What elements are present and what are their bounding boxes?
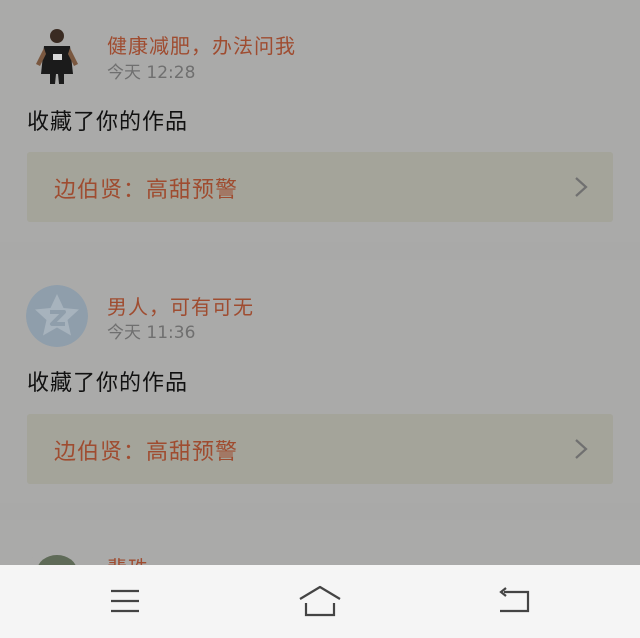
back-button[interactable]: [485, 579, 545, 623]
back-icon: [499, 587, 530, 613]
user-name[interactable]: 健康减肥，办法问我: [107, 30, 296, 59]
notification-card: 翡珠: [0, 520, 640, 565]
system-navigation-bar: [0, 565, 640, 638]
timestamp: 今天 12:28: [107, 63, 196, 83]
user-name[interactable]: 翡珠: [107, 552, 149, 565]
work-title: 边伯贤：高甜预警: [54, 178, 239, 203]
notification-card: 男人，可有可无 今天 11:36 收藏了你的作品 边伯贤：高甜预警: [0, 260, 640, 503]
cartoon-avatar-icon: [26, 545, 88, 565]
person-photo-icon: [26, 24, 88, 86]
home-icon: [299, 585, 341, 617]
chevron-right-icon: [575, 177, 588, 197]
default-star-avatar-icon: [26, 285, 88, 347]
chevron-right-icon: [575, 439, 588, 459]
menu-button[interactable]: [95, 579, 155, 623]
work-title: 边伯贤：高甜预警: [54, 440, 239, 465]
notification-feed: 健康减肥，办法问我 今天 12:28 收藏了你的作品 边伯贤：高甜预警 男人，可…: [0, 0, 640, 565]
notification-card: 健康减肥，办法问我 今天 12:28 收藏了你的作品 边伯贤：高甜预警: [0, 0, 640, 242]
user-avatar[interactable]: [26, 545, 88, 565]
menu-icon: [111, 589, 139, 613]
action-text: 收藏了你的作品: [27, 110, 189, 135]
user-avatar[interactable]: [26, 24, 88, 86]
work-link[interactable]: 边伯贤：高甜预警: [27, 152, 613, 222]
work-link[interactable]: 边伯贤：高甜预警: [27, 414, 613, 484]
home-button[interactable]: [290, 579, 350, 623]
action-text: 收藏了你的作品: [27, 371, 189, 396]
user-avatar[interactable]: [26, 285, 88, 347]
user-name[interactable]: 男人，可有可无: [107, 291, 254, 320]
timestamp: 今天 11:36: [107, 323, 196, 343]
